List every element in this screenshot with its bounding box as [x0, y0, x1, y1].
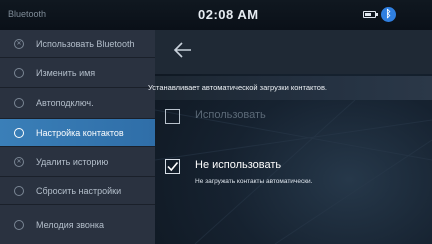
- status-bar: Bluetooth 02:08 AM ᛒ: [0, 0, 432, 30]
- edit-icon: [14, 67, 24, 78]
- sidebar-item-reset-settings[interactable]: Сбросить настройки: [0, 177, 155, 205]
- option-use[interactable]: Использовать: [165, 109, 365, 141]
- sidebar-item-label: Автоподключ.: [36, 98, 94, 108]
- sidebar-item-ringtone[interactable]: Мелодия звонка: [0, 205, 155, 244]
- clock: 02:08 AM: [198, 7, 259, 22]
- sidebar-item-label: Настройка контактов: [36, 127, 124, 138]
- header-bar: [155, 30, 432, 74]
- ringtone-icon: [14, 219, 24, 230]
- option-subtitle: Не загружать контакты автоматически.: [195, 178, 313, 185]
- source-label: Bluetooth: [8, 9, 47, 19]
- sidebar-item-delete-history[interactable]: ✕ Удалить историю: [0, 147, 155, 177]
- sidebar-menu: ✕ Использовать Bluetooth Изменить имя Ав…: [0, 30, 155, 244]
- delete-history-icon: ✕: [14, 156, 24, 167]
- bluetooth-toggle-icon: ✕: [14, 38, 24, 49]
- sidebar-item-label: Использовать Bluetooth: [36, 38, 135, 49]
- option-title: Использовать: [195, 109, 266, 121]
- reset-icon: [14, 185, 24, 196]
- sidebar-item-label: Изменить имя: [36, 67, 96, 78]
- sidebar-item-label: Удалить историю: [36, 156, 109, 167]
- sidebar-item-contacts-settings[interactable]: Настройка контактов: [0, 119, 155, 147]
- back-arrow-icon[interactable]: [171, 38, 195, 62]
- contacts-icon: [14, 127, 24, 138]
- battery-icon: [363, 11, 378, 18]
- sidebar-item-label: Сбросить настройки: [36, 185, 122, 196]
- sidebar-item-label: Мелодия звонка: [36, 219, 105, 230]
- bluetooth-icon: ᛒ: [381, 7, 396, 22]
- option-do-not-use[interactable]: Не использовать Не загружать контакты ав…: [165, 159, 385, 191]
- checkbox-checked[interactable]: [165, 159, 180, 174]
- sidebar-item-use-bluetooth[interactable]: ✕ Использовать Bluetooth: [0, 30, 155, 58]
- description-text: Устанавливает автоматической загрузки ко…: [148, 83, 328, 92]
- option-title: Не использовать: [195, 159, 282, 171]
- auto-connect-icon: [14, 98, 24, 108]
- sidebar-item-change-name[interactable]: Изменить имя: [0, 58, 155, 88]
- checkmark-icon: [166, 161, 178, 171]
- checkbox-unchecked[interactable]: [165, 109, 180, 124]
- sidebar-item-auto-connect[interactable]: Автоподключ.: [0, 88, 155, 119]
